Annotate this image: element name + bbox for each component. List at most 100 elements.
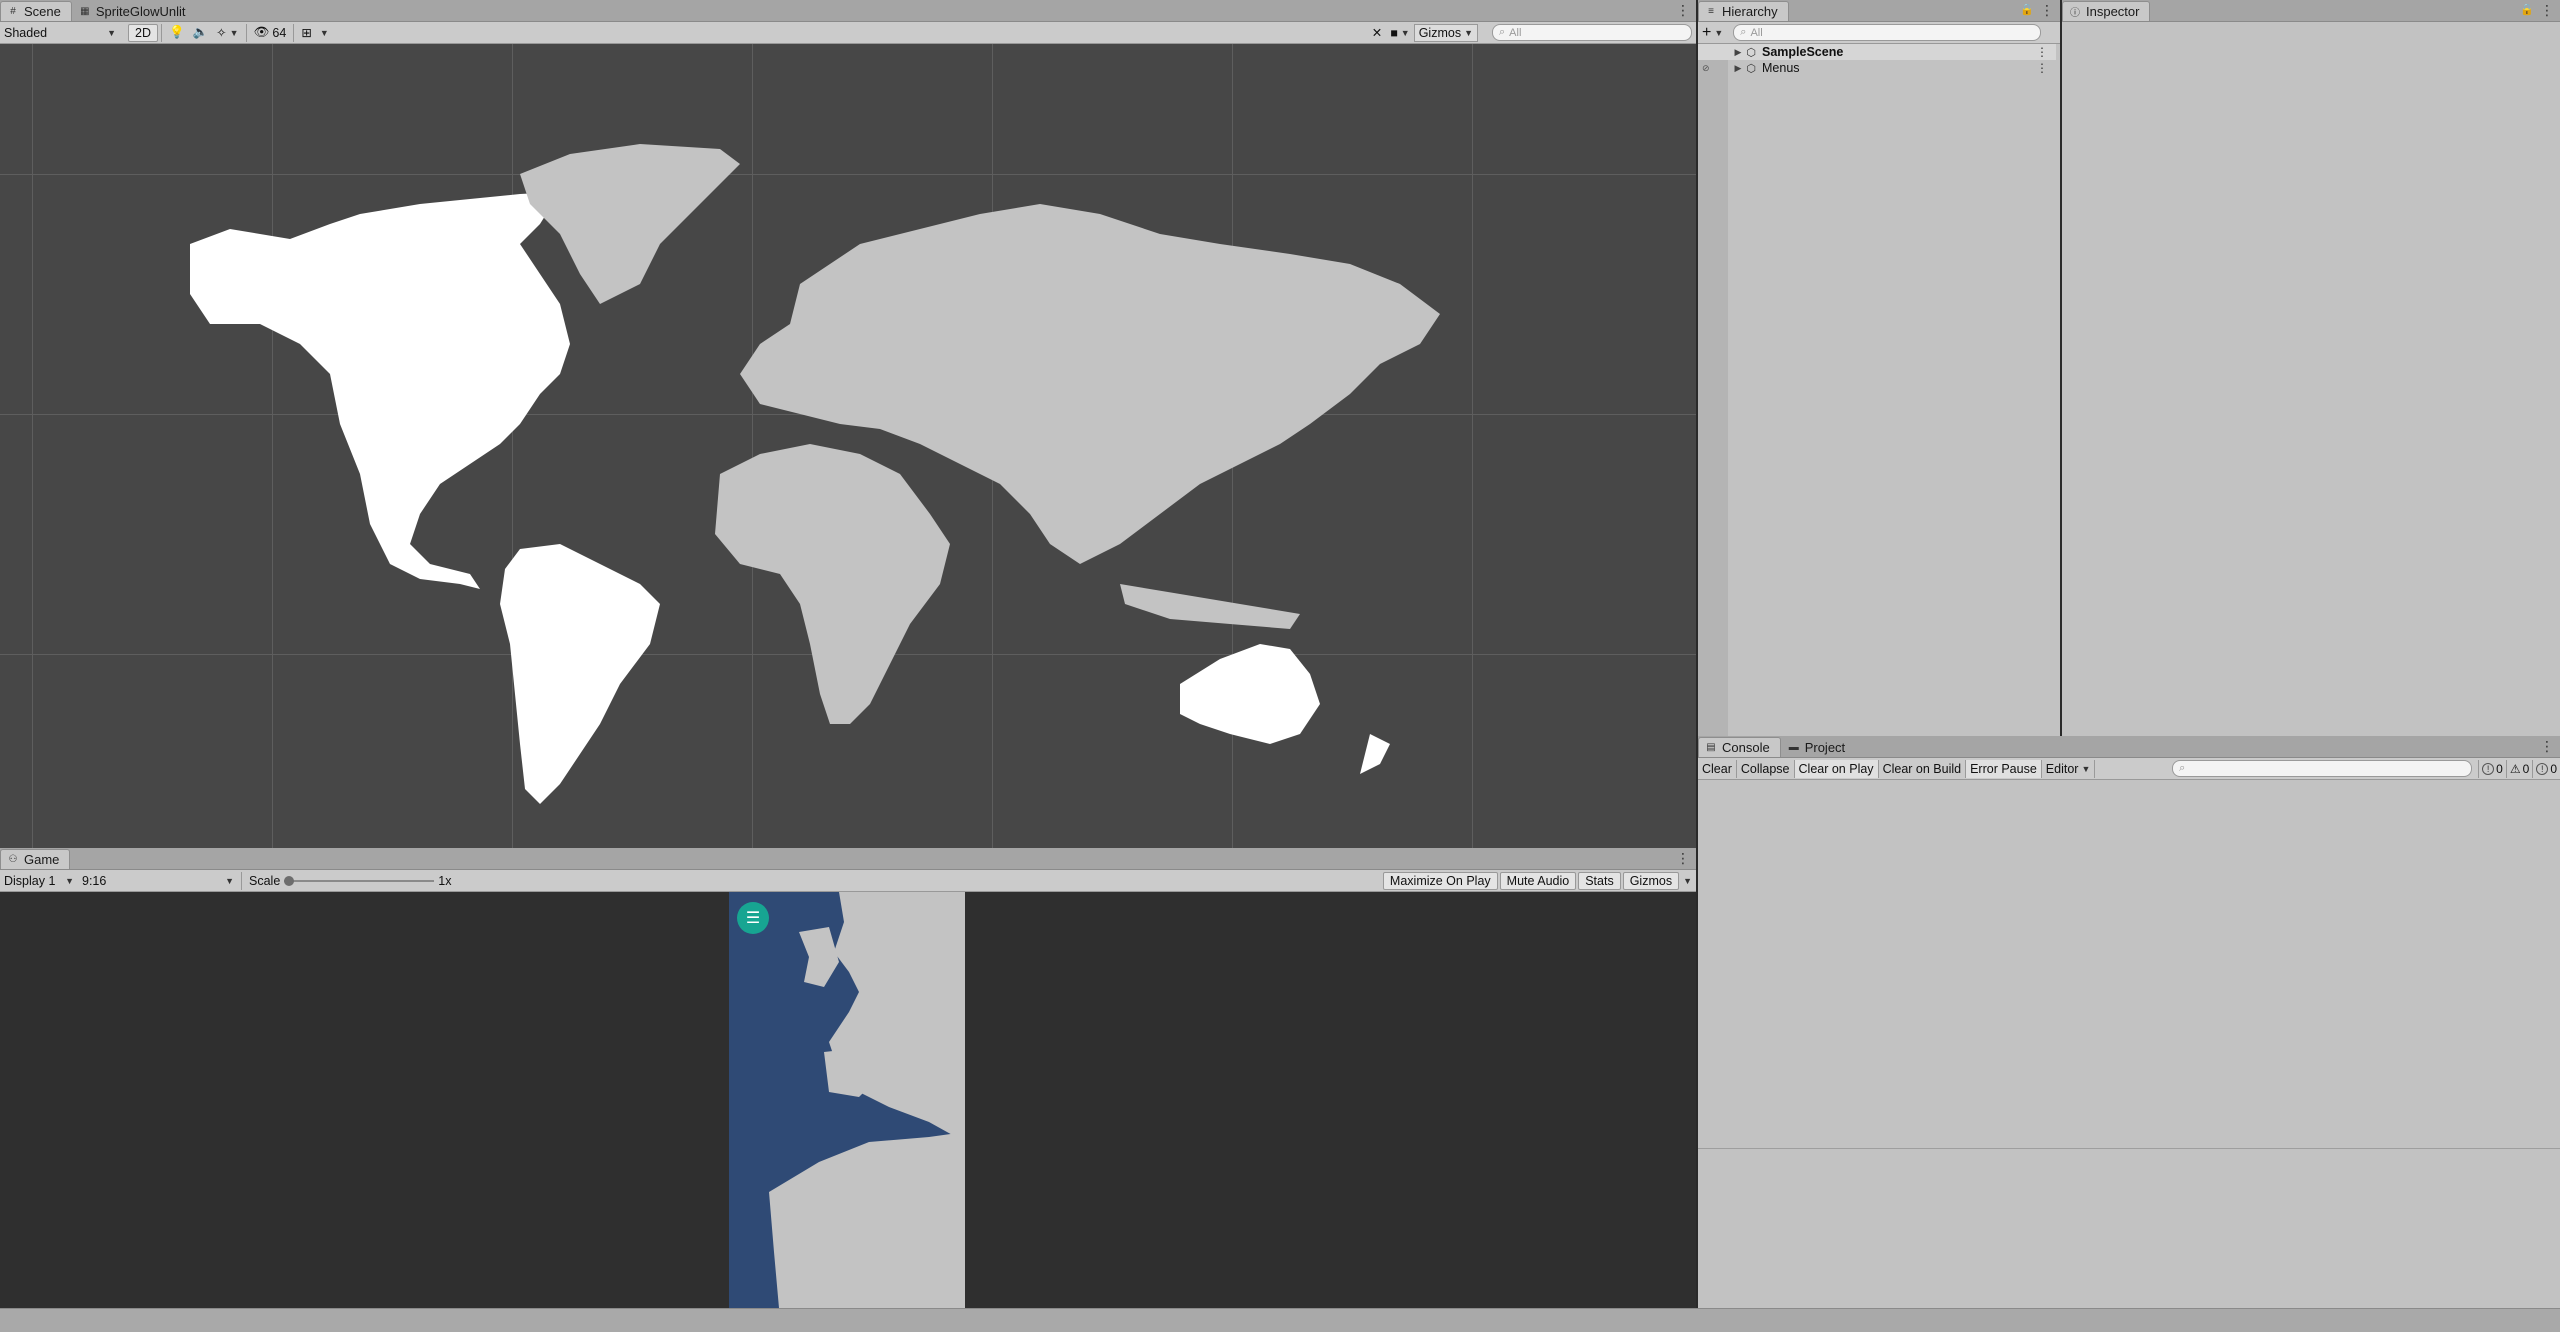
camera-dropdown[interactable]: ■ ▼ [1386, 24, 1413, 42]
folder-icon: ▬ [1788, 742, 1799, 753]
grid-options-dropdown[interactable]: ▼ [316, 24, 333, 42]
scene-viewport[interactable] [0, 44, 1696, 848]
game-menu-icon[interactable]: ⋮ [1676, 851, 1690, 865]
southeast-asia-shape [1120, 584, 1300, 629]
hierarchy-tab-bar: ≡ Hierarchy 🔒 ⋮ [1698, 0, 2060, 22]
vertical-divider[interactable] [2060, 0, 2062, 736]
console-log-area[interactable] [1698, 780, 2560, 1308]
error-pause-toggle[interactable]: Error Pause [1966, 759, 2042, 778]
lock-icon[interactable]: 🔒 [2520, 3, 2534, 16]
console-search-input[interactable]: ⌕ [2172, 760, 2473, 777]
scene-search-input[interactable]: ⌕ All [1492, 24, 1692, 41]
scene-menu-icon[interactable]: ⋮ [1676, 3, 1690, 17]
effects-toggle[interactable]: ✧ ▼ [212, 24, 242, 42]
expand-arrow-icon[interactable]: ▶ [1732, 47, 1744, 58]
grid-icon: ⊞ [301, 26, 312, 40]
warning-count-toggle[interactable]: ⚠ 0 [2505, 759, 2532, 778]
console-splitter[interactable] [1698, 1148, 2560, 1149]
tab-inspector-label: Inspector [2086, 4, 2140, 19]
tab-scene[interactable]: # Scene [0, 1, 72, 21]
audio-toggle[interactable]: 🔈 [189, 24, 213, 42]
editor-label: Editor [2045, 761, 2079, 776]
toggle-2d-button[interactable]: 2D [128, 23, 158, 42]
australia-shape [1180, 644, 1320, 744]
scale-slider[interactable] [284, 872, 435, 890]
speaker-icon: 🔈 [192, 25, 209, 39]
hidden-count: 64 [272, 25, 287, 40]
error-count-toggle[interactable]: ! 0 [2532, 759, 2560, 778]
grid-snap-toggle[interactable]: ⊞ [297, 24, 315, 42]
lock-icon[interactable]: 🔒 [2020, 3, 2034, 16]
tab-game[interactable]: ⚇ Game [0, 849, 71, 869]
hierarchy-search-input[interactable]: ⌕ All [1733, 24, 2042, 41]
lightbulb-icon: 💡 [168, 25, 185, 39]
gizmos-label: Gizmos [1418, 25, 1462, 40]
south-america-shape [500, 544, 660, 804]
tab-console[interactable]: ▤ Console [1698, 737, 1781, 757]
game-gizmos-toggle[interactable]: Gizmos [1622, 871, 1680, 890]
mute-audio-label: Mute Audio [1506, 873, 1570, 888]
editor-dropdown[interactable]: Editor ▼ [2042, 759, 2096, 778]
collapse-toggle[interactable]: Collapse [1737, 759, 1795, 778]
tab-spriteglowunlit[interactable]: ▦ SpriteGlowUnlit [72, 1, 197, 21]
game-screen[interactable]: ☰ [729, 892, 965, 1308]
british-isles-shape [799, 927, 839, 987]
scale-slider-handle[interactable] [284, 875, 295, 886]
scene-options-icon[interactable]: ⋮ [2036, 61, 2048, 75]
maximize-on-play-toggle[interactable]: Maximize On Play [1382, 871, 1498, 890]
tools-button[interactable]: ✕ [1368, 24, 1386, 42]
gizmos-dropdown[interactable]: Gizmos ▼ [1413, 23, 1478, 42]
chevron-down-icon: ▼ [229, 27, 239, 38]
hierarchy-list: ▶ ⬡ SampleScene ⋮ ⊘ ▶ ⬡ Menus ⋮ [1698, 44, 2060, 736]
hierarchy-item-samplescene[interactable]: ▶ ⬡ SampleScene ⋮ [1698, 44, 2056, 60]
hash-grid-icon: # [10, 6, 16, 17]
inspector-tab-bar: ⓘ Inspector 🔒 ⋮ [2062, 0, 2560, 22]
game-tab-bar: ⚇ Game ⋮ [0, 848, 1696, 870]
tab-console-label: Console [1722, 740, 1770, 755]
shading-mode-dropdown[interactable]: Shaded ▼ [0, 24, 120, 42]
game-gizmos-dropdown[interactable]: ▼ [1679, 872, 1696, 890]
unity-scene-icon: ⬡ [1746, 62, 1756, 75]
scene-visibility-toggle[interactable]: 👁 64 [250, 24, 291, 42]
hierarchy-item-menus[interactable]: ⊘ ▶ ⬡ Menus ⋮ [1698, 60, 2056, 76]
chevron-down-icon: ▼ [1464, 27, 1473, 38]
warning-icon: ⚠ [2509, 761, 2521, 776]
expand-arrow-icon[interactable]: ▶ [1732, 63, 1744, 74]
game-map [769, 892, 965, 1308]
new-zealand-shape [1360, 734, 1390, 774]
north-africa-shape [769, 1132, 965, 1308]
stats-toggle[interactable]: Stats [1578, 871, 1621, 890]
vertical-divider[interactable] [1696, 0, 1698, 1308]
info-count-toggle[interactable]: ! 0 [2478, 759, 2506, 778]
scene-tab-bar: # Scene ▦ SpriteGlowUnlit ⋮ [0, 0, 1696, 22]
tab-hierarchy[interactable]: ≡ Hierarchy [1698, 1, 1789, 21]
aspect-dropdown[interactable]: 9:16 ▼ [78, 872, 238, 890]
scene-options-icon[interactable]: ⋮ [2036, 45, 2048, 59]
tab-project[interactable]: ▬ Project [1781, 737, 1856, 757]
hierarchy-toolbar: + ▼ ⌕ All [1698, 22, 2060, 44]
clear-on-play-toggle[interactable]: Clear on Play [1794, 759, 1879, 778]
game-viewport[interactable]: ☰ [0, 892, 1696, 1308]
hierarchy-search-placeholder: All [1750, 26, 1763, 39]
clear-button[interactable]: Clear [1698, 759, 1737, 778]
hidden-eye-icon[interactable]: ⊘ [1698, 63, 1732, 74]
mute-audio-toggle[interactable]: Mute Audio [1499, 871, 1577, 890]
console-menu-icon[interactable]: ⋮ [2540, 739, 2554, 753]
lighting-toggle[interactable]: 💡 [165, 24, 189, 42]
hierarchy-item-label: SampleScene [1762, 45, 1844, 59]
info-icon: ⓘ [2070, 8, 2080, 19]
create-dropdown[interactable]: + ▼ [1698, 24, 1727, 42]
hierarchy-menu-icon[interactable]: ⋮ [2040, 3, 2054, 17]
chevron-down-icon: ▼ [1400, 27, 1410, 38]
clear-on-play-label: Clear on Play [1798, 761, 1874, 776]
inspector-menu-icon[interactable]: ⋮ [2540, 3, 2554, 17]
tab-inspector[interactable]: ⓘ Inspector [2062, 1, 2151, 21]
clear-on-build-toggle[interactable]: Clear on Build [1879, 759, 1967, 778]
info-icon: ! [2482, 762, 2495, 775]
camera-icon: ■ [1390, 25, 1398, 40]
chevron-down-icon: ▼ [65, 875, 74, 886]
display-dropdown[interactable]: Display 1 ▼ [0, 872, 78, 890]
menu-list-button[interactable]: ☰ [737, 902, 769, 934]
stats-label: Stats [1585, 873, 1614, 888]
inspector-body [2062, 22, 2560, 736]
